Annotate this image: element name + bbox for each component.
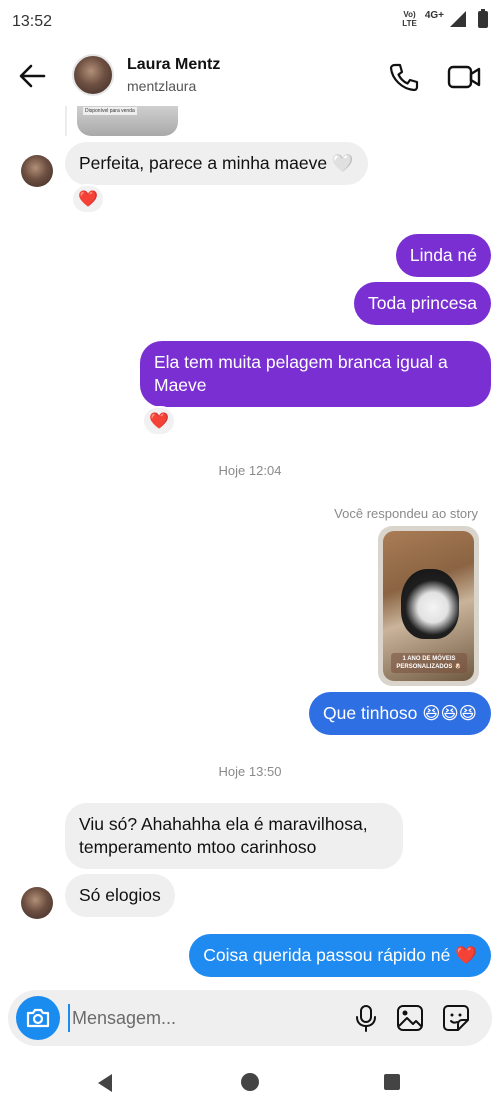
message-input[interactable] [68,1004,338,1032]
previous-media-message[interactable]: Disponível para venda [77,106,178,136]
status-time: 13:52 [12,13,53,30]
nav-back-icon [98,1074,112,1092]
nav-home-icon[interactable] [241,1073,259,1091]
outgoing-message[interactable]: Toda princesa [354,282,491,325]
story-caption: 1 ANO DE MÓVEIS PERSONALIZADOS 🐶 [391,653,467,673]
battery-icon [478,8,488,28]
incoming-message[interactable]: Perfeita, parece a minha maeve 🤍 [65,142,368,185]
incoming-message[interactable]: Viu só? Ahahahha ela é maravilhosa, temp… [65,803,403,869]
nav-back-button[interactable] [94,1072,116,1094]
story-reply-label: Você respondeu ao story [334,506,478,521]
heart-reaction-icon[interactable]: ❤️ [71,184,105,214]
timestamp: Hoje 12:04 [218,463,282,478]
sticker-icon [443,1005,469,1031]
volte-bottom-text: LTE [402,19,417,28]
story-image: 1 ANO DE MÓVEIS PERSONALIZADOS 🐶 [383,531,474,681]
gallery-button[interactable] [394,1002,426,1034]
message-thread[interactable]: Disponível para venda Perfeita, parece a… [0,106,500,984]
timestamp: Hoje 13:50 [218,764,282,779]
contact-avatar-small[interactable] [21,155,53,187]
story-thumbnail[interactable]: 1 ANO DE MÓVEIS PERSONALIZADOS 🐶 [378,526,479,686]
microphone-icon [356,1005,376,1032]
system-navigation-bar [0,1056,500,1111]
video-camera-icon [447,65,481,89]
volte-indicator: Vo) LTE [402,10,417,28]
microphone-button[interactable] [350,1002,382,1034]
back-arrow-icon [19,64,46,88]
status-bar: 13:52 Vo) LTE 4G+ [0,0,500,46]
outgoing-message[interactable]: Ela tem muita pelagem branca igual a Mae… [140,341,491,407]
video-call-button[interactable] [444,59,484,95]
volte-top-text: Vo) [403,10,416,19]
previous-media-caption: Disponível para venda [83,107,137,115]
contact-avatar[interactable] [72,54,114,96]
thread-divider-line [65,106,67,136]
gallery-icon [397,1005,423,1031]
sticker-button[interactable] [440,1002,472,1034]
network-type: 4G+ [424,9,444,21]
outgoing-message[interactable]: Que tinhoso 😆😆😆 [309,692,491,735]
contact-name[interactable]: Laura Mentz [127,56,220,74]
heart-reaction-icon[interactable]: ❤️ [142,406,176,436]
dog-image [401,569,459,639]
chat-header: Laura Mentz mentzlaura [0,46,500,106]
contact-username[interactable]: mentzlaura [127,78,196,94]
message-composer [8,990,492,1046]
outgoing-message[interactable]: Linda né [395,234,491,277]
nav-recents-icon[interactable] [384,1074,400,1090]
camera-button[interactable] [16,996,60,1040]
outgoing-message[interactable]: Coisa querida passou rápido né ❤️ [189,934,491,977]
signal-icon [450,11,466,27]
back-button[interactable] [14,58,50,94]
call-button[interactable] [386,59,422,95]
contact-avatar-small[interactable] [21,887,53,919]
status-icons: Vo) LTE 4G+ [402,8,488,28]
camera-icon [26,1008,50,1028]
incoming-message[interactable]: Só elogios [65,874,175,917]
phone-icon [389,63,419,92]
